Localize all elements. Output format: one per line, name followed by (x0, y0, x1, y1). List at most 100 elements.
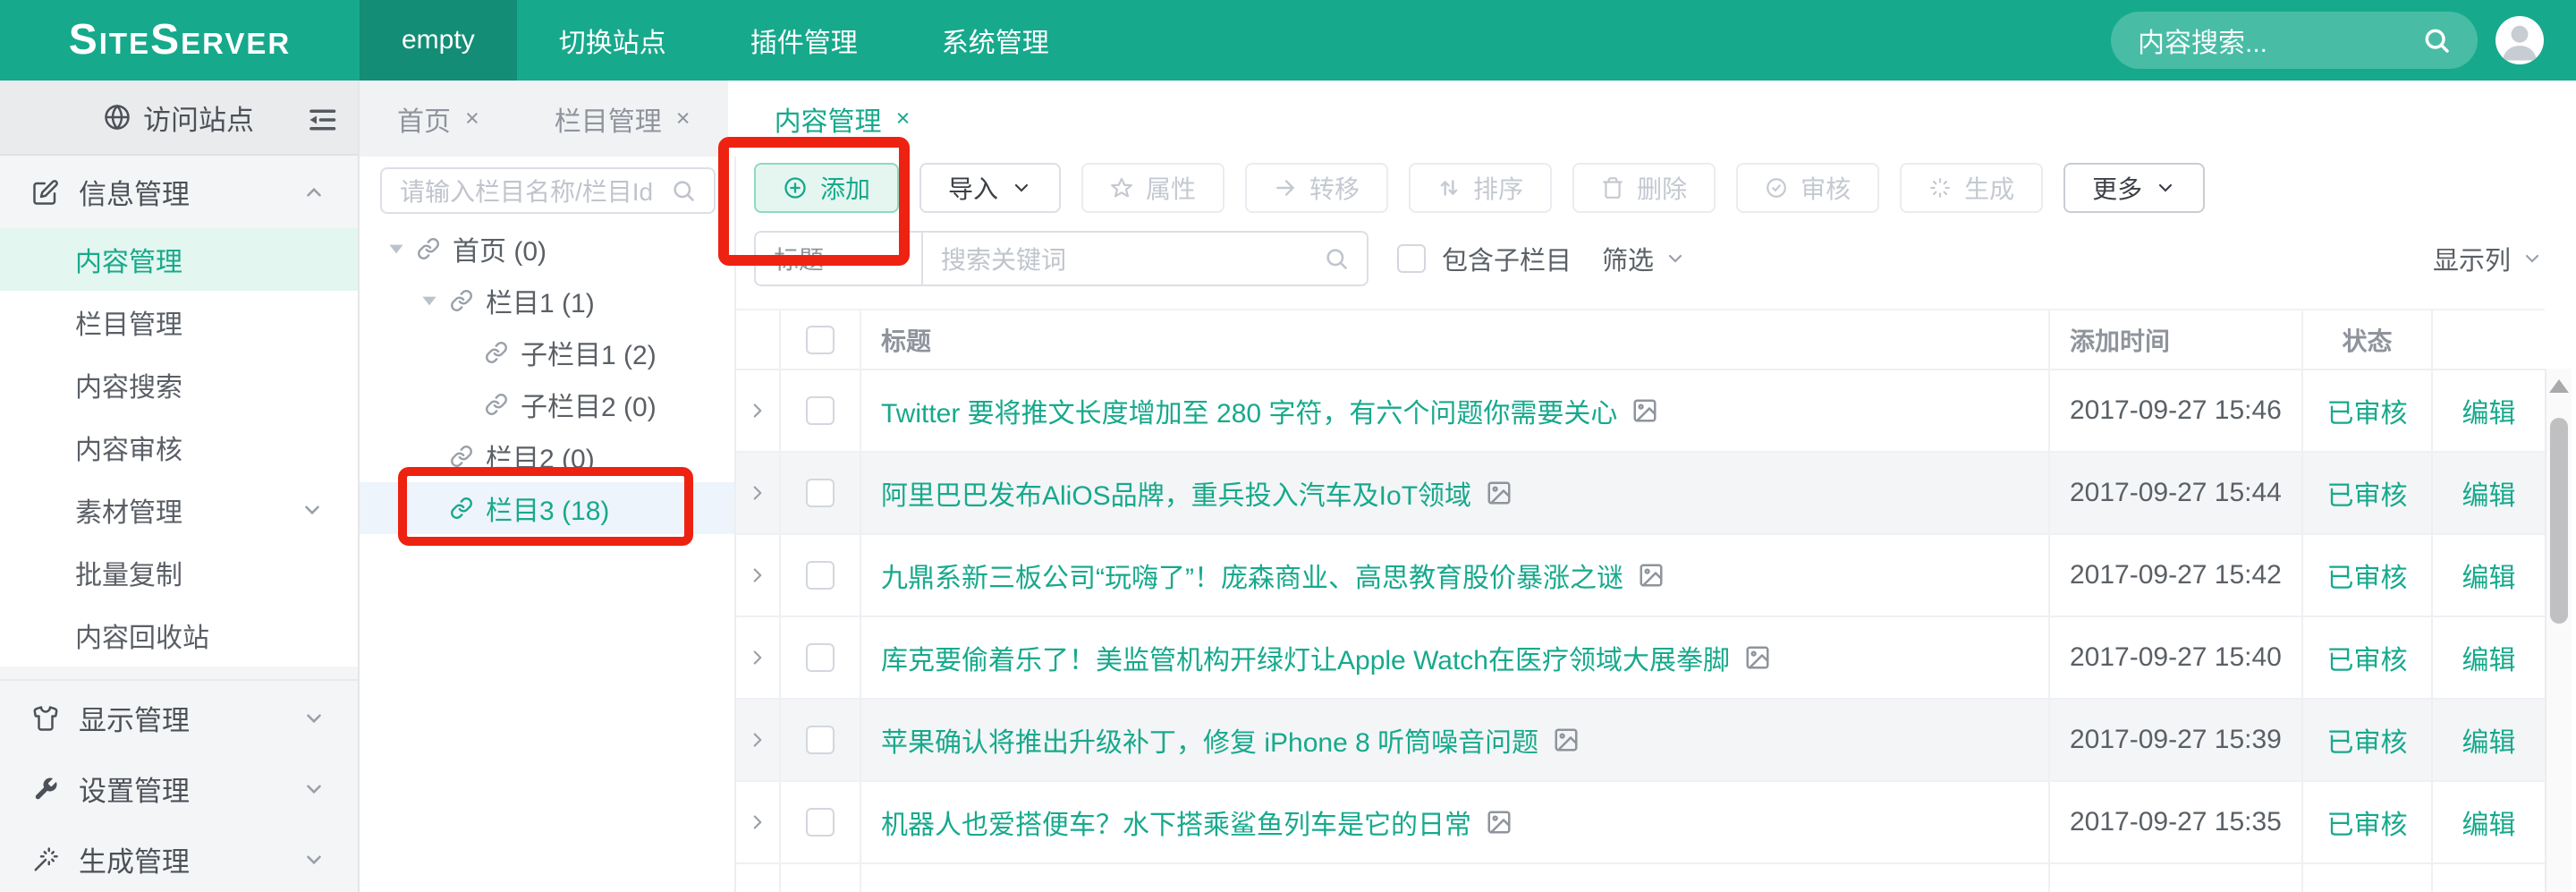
nav-item-plugin-management[interactable]: 插件管理 (708, 0, 900, 81)
user-avatar[interactable] (2496, 16, 2544, 64)
expand-cell[interactable] (736, 535, 781, 616)
tab-home[interactable]: 首页× (360, 81, 517, 157)
row-checkbox[interactable] (806, 726, 835, 754)
close-icon[interactable]: × (465, 105, 479, 132)
table-scrollbar[interactable] (2545, 369, 2572, 892)
channel-search-placeholder: 请输入栏目名称/栏目Id (400, 173, 671, 208)
sidebar-collapse-icon[interactable] (306, 104, 338, 136)
caret-down-icon[interactable] (385, 237, 408, 260)
nav-item-site-empty[interactable]: empty (360, 0, 517, 81)
content-title-link[interactable]: 九鼎系新三板公司“玩嗨了”！庞森商业、高思教育股价暴涨之谜 (881, 556, 1623, 595)
status-cell: 已审核 (2303, 453, 2433, 533)
more-button[interactable]: 更多 (2063, 163, 2205, 213)
sidebar-section-settings-management[interactable]: 设置管理 (0, 753, 358, 824)
row-checkbox[interactable] (806, 808, 835, 837)
tab-bar: 首页× 栏目管理× 内容管理× (360, 81, 2576, 157)
sidebar-section-display-management[interactable]: 显示管理 (0, 683, 358, 753)
status-cell: 已审核 (2303, 617, 2433, 698)
row-checkbox[interactable] (806, 643, 835, 672)
generate-button[interactable]: 生成 (1900, 163, 2043, 213)
sidebar-item-content-management[interactable]: 内容管理 (0, 228, 358, 291)
logo-text: S (150, 19, 181, 62)
status-badge: 已审核 (2327, 803, 2408, 842)
sidebar-item-material-management[interactable]: 素材管理 (0, 479, 358, 541)
search-field-select[interactable]: 标题 (754, 231, 921, 286)
column-header-title: 标题 (881, 322, 931, 358)
display-columns-toggle[interactable]: 显示列 (2433, 231, 2543, 286)
check-circle-icon (1765, 176, 1788, 200)
tree-node-subchannel1[interactable]: 子栏目1 (2) (360, 327, 734, 378)
time-cell: 2017-09-27 15:44 (2050, 453, 2303, 533)
tree-node-channel2[interactable]: 栏目2 (0) (360, 430, 734, 482)
expand-cell[interactable] (736, 617, 781, 698)
tab-content-management[interactable]: 内容管理× (728, 81, 957, 157)
tab-channel-management[interactable]: 栏目管理× (517, 81, 728, 157)
search-icon[interactable] (2422, 26, 2451, 55)
content-title-link[interactable]: 苹果确认将推出升级补丁，修复 iPhone 8 听筒噪音问题 (881, 720, 1538, 760)
add-time: 2017-09-27 15:40 (2070, 642, 2282, 673)
content-title-link[interactable]: 机器人也爱搭便车？水下搭乘鲨鱼列车是它的日常 (881, 803, 1471, 842)
sidebar-item-content-recycle-bin[interactable]: 内容回收站 (0, 604, 358, 667)
row-checkbox[interactable] (806, 561, 835, 590)
chevron-down-icon (302, 777, 326, 801)
image-icon (1744, 644, 1771, 671)
expand-cell[interactable] (736, 453, 781, 533)
edit-link[interactable]: 编辑 (2462, 638, 2516, 677)
sort-button[interactable]: 排序 (1409, 163, 1552, 213)
siteserver-logo: SITESERVER (0, 19, 360, 62)
tree-node-channel3-selected[interactable]: 栏目3 (18) (360, 482, 734, 534)
close-icon[interactable]: × (676, 105, 691, 132)
tree-node-channel1[interactable]: 栏目1 (1) (360, 275, 734, 327)
status-badge: 已审核 (2327, 720, 2408, 760)
caret-down-icon[interactable] (418, 289, 441, 312)
sidebar-item-content-review[interactable]: 内容审核 (0, 416, 358, 479)
expand-cell[interactable] (736, 782, 781, 862)
sort-icon (1437, 176, 1461, 200)
scroll-up-arrow-icon[interactable] (2549, 379, 2569, 393)
tree-node-home[interactable]: 首页 (0) (360, 223, 734, 275)
sidebar-section-generation-management[interactable]: 生成管理 (0, 824, 358, 892)
scrollbar-thumb[interactable] (2550, 418, 2568, 624)
filter-toggle[interactable]: 筛选 (1602, 240, 1686, 277)
sidebar-item-channel-management[interactable]: 栏目管理 (0, 291, 358, 353)
review-button[interactable]: 审核 (1736, 163, 1879, 213)
sidebar-item-content-search[interactable]: 内容搜索 (0, 353, 358, 416)
delete-button[interactable]: 删除 (1572, 163, 1716, 213)
content-title-link[interactable]: Twitter 要将推文长度增加至 280 字符，有六个问题你需要关心 (881, 391, 1617, 430)
globe-icon (104, 104, 131, 131)
edit-cell: 编辑 (2433, 782, 2545, 862)
visit-site-button[interactable]: 访问站点 (0, 81, 358, 156)
nav-item-switch-site[interactable]: 切换站点 (517, 0, 708, 81)
channel-search-input[interactable]: 请输入栏目名称/栏目Id (380, 167, 716, 214)
edit-link[interactable]: 编辑 (2462, 720, 2516, 760)
status-cell (2303, 864, 2433, 892)
expand-cell[interactable] (736, 370, 781, 451)
image-icon (1631, 397, 1658, 424)
content-toolbar: 添加 导入 属性 转移 排序 删除 (754, 163, 2205, 213)
add-button[interactable]: 添加 (754, 163, 899, 213)
keyword-search-input[interactable]: 搜索关键词 (921, 231, 1368, 286)
sidebar-item-batch-copy[interactable]: 批量复制 (0, 541, 358, 604)
edit-link[interactable]: 编辑 (2462, 473, 2516, 513)
content-search-input[interactable]: 内容搜索... (2111, 12, 2478, 69)
include-subchannels-checkbox[interactable] (1397, 244, 1426, 273)
attributes-button[interactable]: 属性 (1081, 163, 1224, 213)
nav-item-system-management[interactable]: 系统管理 (900, 0, 1091, 81)
row-checkbox-cell (781, 782, 861, 862)
edit-link[interactable]: 编辑 (2462, 556, 2516, 595)
expand-cell[interactable] (736, 700, 781, 780)
content-title-link[interactable]: 阿里巴巴发布AliOS品牌，重兵投入汽车及IoT领域 (881, 473, 1471, 513)
close-icon[interactable]: × (896, 105, 911, 132)
transfer-button[interactable]: 转移 (1245, 163, 1388, 213)
edit-link[interactable]: 编辑 (2462, 803, 2516, 842)
status-cell: 已审核 (2303, 535, 2433, 616)
row-checkbox[interactable] (806, 479, 835, 507)
sidebar-section-info-management[interactable]: 信息管理 (0, 156, 358, 228)
import-button[interactable]: 导入 (919, 163, 1061, 213)
row-checkbox[interactable] (806, 396, 835, 425)
content-title-link[interactable]: 库克要偷着乐了！美监管机构开绿灯让Apple Watch在医疗领域大展拳脚 (881, 638, 1730, 677)
select-all-checkbox[interactable] (806, 326, 835, 354)
tree-node-subchannel2[interactable]: 子栏目2 (0) (360, 378, 734, 430)
edit-link[interactable]: 编辑 (2462, 391, 2516, 430)
chevron-down-icon (302, 848, 326, 871)
